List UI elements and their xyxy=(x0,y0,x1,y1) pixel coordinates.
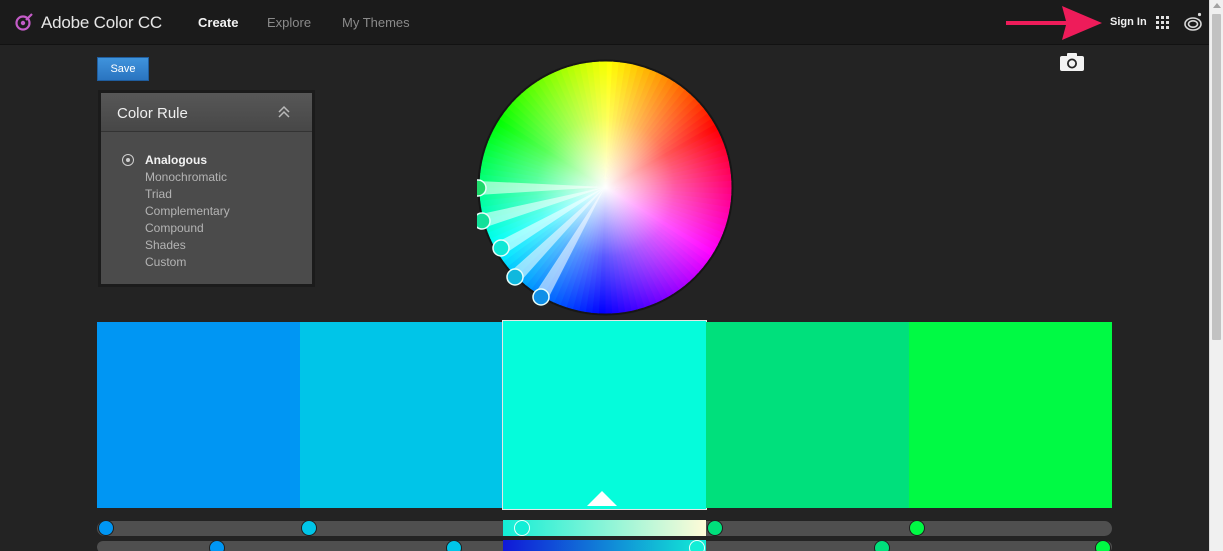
nav-my-themes[interactable]: My Themes xyxy=(342,15,410,30)
slider-knob[interactable] xyxy=(1095,540,1111,551)
slider-knob[interactable] xyxy=(514,520,530,536)
rule-option-monochromatic[interactable]: Monochromatic xyxy=(145,170,227,184)
saturation-slider-active[interactable] xyxy=(503,520,706,536)
color-rule-handle[interactable] xyxy=(532,288,550,306)
camera-icon[interactable] xyxy=(1059,52,1085,72)
slider-knob[interactable] xyxy=(874,540,890,551)
slider-knob[interactable] xyxy=(707,520,723,536)
color-swatch-3[interactable] xyxy=(502,320,707,510)
rule-option-compound[interactable]: Compound xyxy=(145,221,204,235)
save-button[interactable]: Save xyxy=(97,57,149,81)
scroll-up-icon[interactable] xyxy=(1213,3,1221,8)
page-scrollbar[interactable] xyxy=(1209,0,1223,551)
color-rule-title: Color Rule xyxy=(117,105,188,122)
slider-knob[interactable] xyxy=(98,520,114,536)
creative-cloud-icon[interactable] xyxy=(1182,11,1204,33)
adobe-color-logo-icon[interactable] xyxy=(14,12,34,32)
color-rule-handle[interactable] xyxy=(492,239,510,257)
slider-knob[interactable] xyxy=(909,520,925,536)
rule-option-shades[interactable]: Shades xyxy=(145,238,186,252)
nav-create[interactable]: Create xyxy=(198,15,238,30)
color-rule-panel: Color Rule Analogous Monochromatic Triad… xyxy=(98,90,315,287)
sign-in-link[interactable]: Sign In xyxy=(1110,16,1147,28)
app-title: Adobe Color CC xyxy=(41,13,162,32)
chevron-up-double-icon[interactable] xyxy=(277,105,291,119)
color-swatch-5[interactable] xyxy=(909,322,1112,508)
color-rule-handle[interactable] xyxy=(506,268,524,286)
color-swatch-2[interactable] xyxy=(300,322,503,508)
rule-option-custom[interactable]: Custom xyxy=(145,255,186,269)
selected-swatch-marker xyxy=(587,491,617,506)
color-rule-handle[interactable] xyxy=(477,212,491,230)
scrollbar-thumb[interactable] xyxy=(1212,14,1221,340)
rule-option-analogous[interactable]: Analogous xyxy=(145,153,207,167)
slider-knob[interactable] xyxy=(446,540,462,551)
rule-option-triad[interactable]: Triad xyxy=(145,187,172,201)
nav-explore[interactable]: Explore xyxy=(267,15,311,30)
slider-knob[interactable] xyxy=(209,540,225,551)
color-rule-header[interactable]: Color Rule xyxy=(101,93,312,132)
color-rule-radio-selected[interactable] xyxy=(122,154,134,166)
top-bar: Adobe Color CC Create Explore My Themes … xyxy=(0,0,1209,45)
color-rule-handle[interactable] xyxy=(477,179,487,197)
apps-grid-icon[interactable] xyxy=(1156,16,1169,29)
color-wheel[interactable] xyxy=(477,59,734,316)
annotation-arrow-icon xyxy=(1006,6,1102,40)
color-swatch-1[interactable] xyxy=(97,322,300,508)
color-swatch-4[interactable] xyxy=(706,322,909,508)
slider-knob[interactable] xyxy=(301,520,317,536)
brightness-slider-active[interactable] xyxy=(503,540,706,551)
slider-knob[interactable] xyxy=(689,540,705,551)
color-swatch-row xyxy=(97,320,1112,510)
rule-option-complementary[interactable]: Complementary xyxy=(145,204,230,218)
